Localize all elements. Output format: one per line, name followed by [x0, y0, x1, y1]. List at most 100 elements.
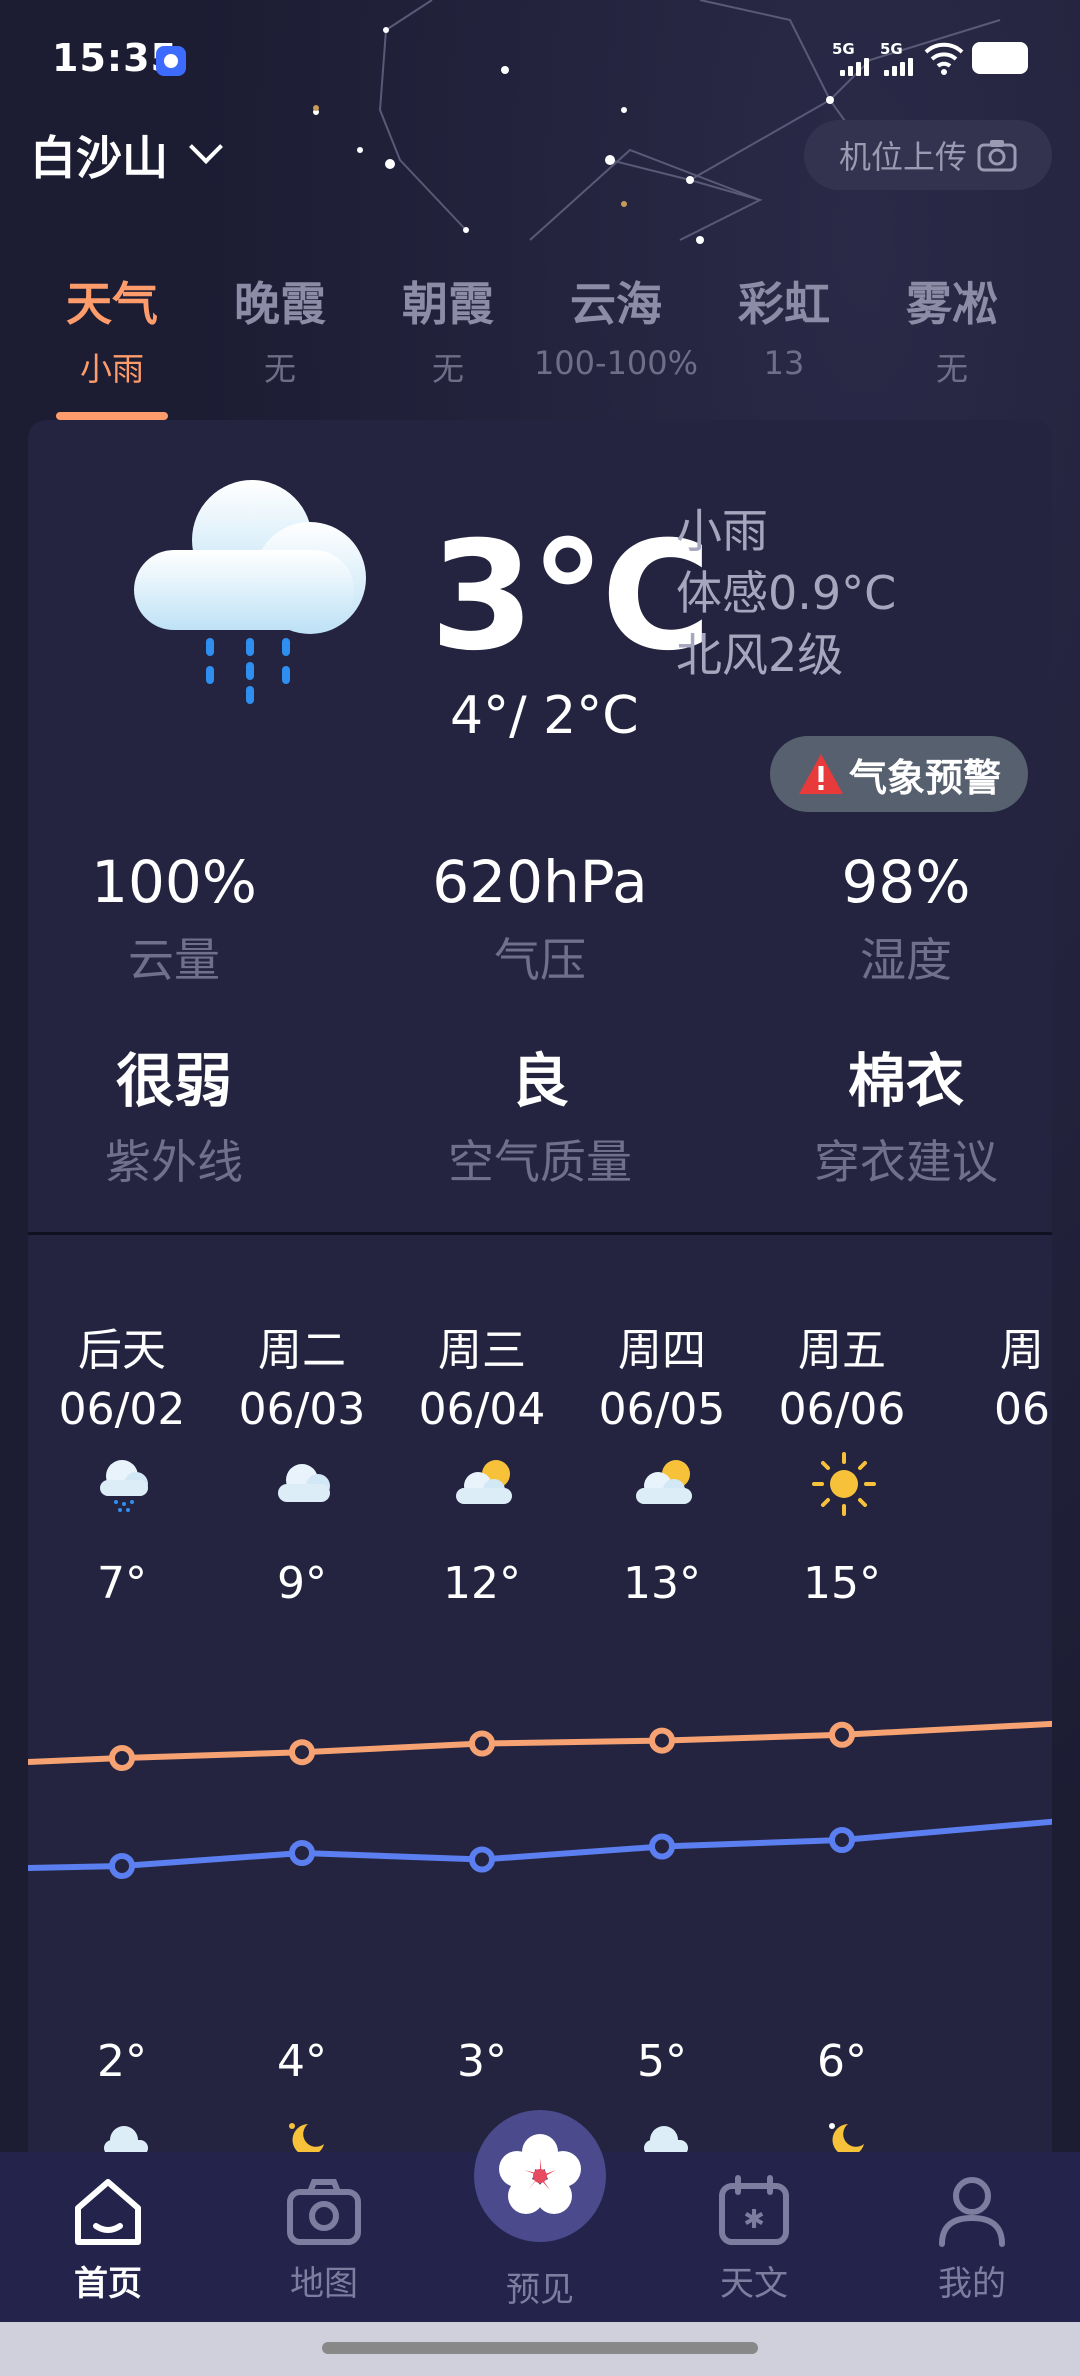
high-temp-point: [289, 1739, 315, 1766]
stat-clothing: 棉衣 穿衣建议: [756, 1034, 1056, 1192]
location-selector[interactable]: 白沙山: [30, 122, 223, 188]
nav-profile[interactable]: 我的: [902, 2170, 1042, 2305]
stat-value: 很弱: [115, 1047, 232, 1115]
nav-preview-button[interactable]: [474, 2110, 606, 2242]
stat-value: 100%: [91, 848, 257, 916]
signal-label-1: 5G: [832, 40, 855, 58]
status-bar: 15:35 5G 5G: [0, 0, 1080, 120]
active-tab-indicator: [56, 412, 168, 420]
tab-label: 雾凇: [906, 277, 998, 331]
tab-sunset[interactable]: 晚霞 无: [190, 268, 370, 390]
low-temp-point: [289, 1840, 315, 1866]
nav-label: 地图: [290, 2264, 358, 2304]
weather-alert-button[interactable]: 气象预警: [770, 736, 1028, 812]
low-temp-point: [109, 1853, 135, 1879]
night-cloud-icon: [644, 2126, 688, 2156]
stat-label: 空气质量: [448, 1135, 632, 1189]
category-tabs: 天气 小雨 晚霞 无 朝霞 无 云海 100-100% 彩虹 13 雾凇 无: [0, 268, 1080, 428]
upload-spot-button[interactable]: 机位上传: [804, 120, 1052, 190]
tab-sunrise[interactable]: 朝霞 无: [358, 268, 538, 390]
forecast-strip[interactable]: 天 01 后天 06/02 周二 06/03 周三 06/04 周四 06/05…: [28, 1236, 1052, 2156]
camera-icon: [287, 2179, 361, 2245]
nav-label: 天文: [720, 2264, 788, 2304]
stat-cloud-cover: 100% 云量: [24, 848, 324, 990]
wifi-icon: [924, 42, 964, 75]
tab-sub: 100-100%: [533, 344, 699, 382]
tab-label: 晚霞: [234, 277, 326, 331]
condition-text: 小雨: [676, 504, 768, 558]
home-indicator[interactable]: [322, 2342, 758, 2354]
feels-like: 体感0.9°C: [676, 566, 897, 620]
wind-text: 北风2级: [676, 628, 844, 682]
stat-uv: 很弱 紫外线: [24, 1034, 324, 1192]
section-divider: [28, 1232, 1052, 1235]
nav-home[interactable]: 首页: [38, 2170, 178, 2305]
tab-label: 天气: [66, 277, 158, 331]
moon-icon: [829, 2123, 864, 2156]
moon-icon: [289, 2123, 324, 2156]
calendar-icon: ✱: [719, 2175, 789, 2245]
stat-air-quality: 良 空气质量: [390, 1034, 690, 1192]
high-temp-point: [829, 1721, 855, 1748]
upload-label: 机位上传: [838, 138, 967, 176]
home-icon: [75, 2179, 141, 2245]
nav-label: 首页: [74, 2264, 142, 2304]
stat-label: 云量: [128, 933, 220, 987]
person-icon: [939, 2177, 1005, 2247]
tab-sub: 13: [763, 344, 805, 382]
night-cloud-icon: [104, 2126, 148, 2156]
high-temp-point: [649, 1727, 675, 1754]
tab-sub: 小雨: [79, 350, 144, 388]
high-temp-line: [28, 1720, 1052, 1765]
tab-sub: 无: [263, 350, 296, 388]
forecast-low-temp: 5°: [637, 2036, 687, 2087]
tab-rainbow[interactable]: 彩虹 13: [694, 268, 874, 382]
tab-label: 朝霞: [402, 277, 494, 331]
nav-label: 预见: [506, 2270, 574, 2310]
tab-sub: 无: [935, 350, 968, 388]
forecast-low-temp: 3°: [457, 2036, 507, 2087]
nav-preview-label-wrap[interactable]: 预见: [470, 2260, 610, 2311]
chevron-down-icon: [189, 130, 223, 164]
stat-pressure: 620hPa 气压: [390, 848, 690, 990]
stat-value: 98%: [841, 848, 971, 916]
temperature-range: 4°/ 2°C: [450, 686, 639, 746]
stat-value: 620hPa: [432, 848, 648, 916]
stat-value: 良: [510, 1047, 569, 1115]
tab-rime[interactable]: 雾凇 无: [862, 268, 1042, 390]
location-name: 白沙山: [30, 131, 168, 185]
tab-label: 彩虹: [738, 277, 830, 331]
stat-label: 湿度: [860, 933, 952, 987]
condition-details: 小雨 体感0.9°C 北风2级: [676, 500, 896, 686]
nav-astronomy[interactable]: ✱ 天文: [684, 2170, 824, 2305]
current-temperature: 3°C: [430, 510, 711, 684]
app-notification-icon: [156, 46, 186, 76]
svg-text:✱: ✱: [743, 2205, 765, 2235]
high-temp-point: [469, 1730, 495, 1757]
tab-sea-of-clouds[interactable]: 云海 100-100%: [526, 268, 706, 382]
tab-label: 云海: [570, 277, 662, 331]
low-temp-point: [469, 1846, 495, 1873]
stat-humidity: 98% 湿度: [756, 848, 1056, 990]
rain-cloud-icon: [134, 480, 366, 704]
high-temp-point: [109, 1745, 135, 1771]
tab-sub: 无: [431, 350, 464, 388]
stat-label: 气压: [494, 933, 586, 987]
flower-icon: [499, 2134, 581, 2214]
low-temp-line: [28, 1818, 1052, 1871]
forecast-low-temp: 2°: [97, 2036, 147, 2087]
alert-label: 气象预警: [848, 755, 1001, 800]
nav-label: 我的: [938, 2264, 1006, 2304]
signal-label-2: 5G: [880, 40, 903, 58]
tab-weather[interactable]: 天气 小雨: [22, 268, 202, 390]
low-temp-point: [829, 1827, 855, 1853]
forecast-low-temp: 4°: [277, 2036, 327, 2087]
signal-bars-2-icon: [884, 58, 913, 76]
camera-icon: [977, 140, 1017, 172]
warning-icon: [798, 754, 843, 794]
signal-bars-icon: [840, 58, 869, 76]
nav-map[interactable]: 地图: [254, 2170, 394, 2305]
stat-value: 棉衣: [847, 1047, 964, 1115]
forecast-low-temp: 6°: [817, 2036, 867, 2087]
temperature-trend-chart: [28, 1720, 1052, 1879]
